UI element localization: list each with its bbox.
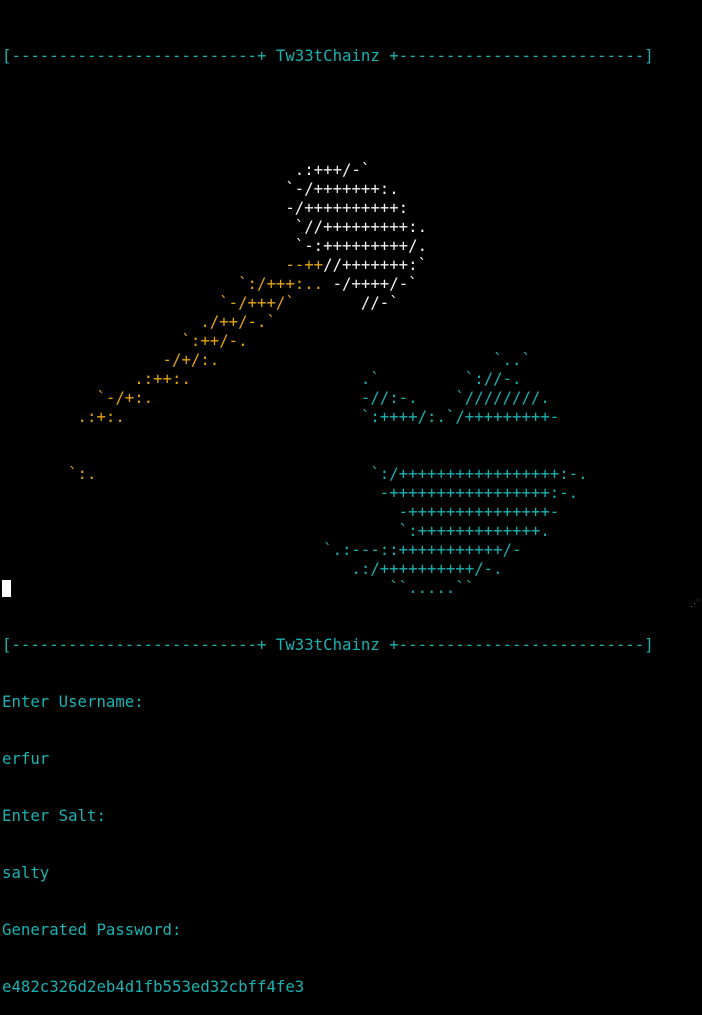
ascii-art-line: ``.....`` (2, 578, 700, 597)
ascii-art-line: `:+++++++++++++. (2, 521, 700, 540)
ascii-art-line: .:/++++++++++/-. (2, 559, 700, 578)
ascii-art-landscape-segment: -+++++++++++++++- (2, 502, 560, 521)
ascii-art-bird-segment: -/++++/-` (332, 274, 418, 293)
username-prompt: Enter Username: (2, 692, 144, 711)
ascii-art-landscape: `:. `:/+++++++++++++++++:-. -+++++++++++… (2, 464, 700, 597)
ascii-art-line: ./++/-.` (2, 312, 700, 331)
ascii-art-trail: `:++/-. (2, 331, 248, 350)
ascii-art-line: `-/+:. -//:-. `////////. (2, 388, 700, 407)
banner-bottom: [--------------------------+ Tw33tChainz… (2, 635, 654, 654)
username-value: erfur (2, 749, 50, 768)
ascii-art-landscape-segment: .:/++++++++++/-. (2, 559, 503, 578)
ascii-art-line: -+++++++++++++++++:-. (2, 483, 700, 502)
password-prompt: Generated Password: (2, 920, 182, 939)
ascii-art-line: `:. `:/+++++++++++++++++:-. (2, 464, 700, 483)
ascii-art-bird-segment: .:+++/-` (2, 160, 371, 179)
generated-password[interactable]: e482c326d2eb4d1fb553ed32cbff4fe3 (2, 977, 700, 996)
ascii-art-trail: `-/+:. (2, 388, 154, 407)
terminal-cursor[interactable] (2, 580, 11, 597)
resize-grip-icon[interactable]: ⋰ (690, 600, 699, 609)
ascii-art-trail: .:+:. (2, 407, 125, 426)
ascii-art-landscape-segment: `:++++/:.`/+++++++++- (124, 407, 560, 426)
ascii-art-landscape-segment: -+++++++++++++++++:-. (2, 483, 579, 502)
ascii-art-bird-segment: `-/+++++++:. (2, 179, 399, 198)
ascii-art-landscape-segment: .` `://-. (190, 369, 522, 388)
ascii-art-bird-segment: `//+++++++++:. (2, 217, 428, 236)
ascii-art-landscape-segment: `.:---::+++++++++++/- (2, 540, 522, 559)
ascii-art-bird-segment: //-` (360, 293, 399, 312)
terminal-output: [--------------------------+ Tw33tChainz… (2, 8, 700, 1015)
ascii-art-line: `:/+++:.. -/++++/-` (2, 274, 700, 293)
ascii-art-line: -/+/:. `..` (2, 350, 700, 369)
ascii-art-bird-segment: //+++++++:` (323, 255, 428, 274)
salt-value: salty (2, 863, 50, 882)
ascii-art-line: `-/+++/` //-` (2, 293, 700, 312)
ascii-art-landscape-segment: `:+++++++++++++. (2, 521, 550, 540)
ascii-art-line: `-:+++++++++/. (2, 236, 700, 255)
ascii-art-line: -/++++++++++: (2, 198, 700, 217)
ascii-art-line: -+++++++++++++++- (2, 502, 700, 521)
ascii-art-trail: `:/+++:.. (2, 274, 333, 293)
ascii-art-bird-segment: `-:+++++++++/. (2, 236, 428, 255)
ascii-art-line: `:++/-. (2, 331, 700, 350)
ascii-art-trail: .:++:. (2, 369, 191, 388)
ascii-art-line: --++//+++++++:` (2, 255, 700, 274)
ascii-art-line: .:++:. .` `://-. (2, 369, 700, 388)
ascii-art-trail: -/+/:. (2, 350, 220, 369)
ascii-art-line: .:+:. `:++++/:.`/+++++++++- (2, 407, 700, 426)
banner-top: [--------------------------+ Tw33tChainz… (2, 46, 654, 65)
ascii-art-landscape-segment: `..` (219, 350, 531, 369)
ascii-art-line: `.:---::+++++++++++/- (2, 540, 700, 559)
ascii-art-landscape-segment: `:/+++++++++++++++++:-. (96, 464, 588, 483)
salt-prompt: Enter Salt: (2, 806, 106, 825)
ascii-art-bird: .:+++/-` `-/+++++++:. -/++++++++++: `//+… (2, 160, 700, 426)
ascii-art-landscape-segment: -//:-. `////////. (153, 388, 550, 407)
ascii-art-trail: `:. (2, 464, 97, 483)
ascii-art-trail: ./++/-.` (2, 312, 276, 331)
ascii-art-trail: --++ (2, 255, 324, 274)
ascii-art-line: `-/+++++++:. (2, 179, 700, 198)
ascii-art-trail: `-/+++/` (2, 293, 361, 312)
ascii-art-bird-segment: -/++++++++++: (2, 198, 409, 217)
ascii-art-line: `//+++++++++:. (2, 217, 700, 236)
ascii-art-line: .:+++/-` (2, 160, 700, 179)
ascii-art-landscape-segment: ``.....`` (2, 578, 475, 597)
